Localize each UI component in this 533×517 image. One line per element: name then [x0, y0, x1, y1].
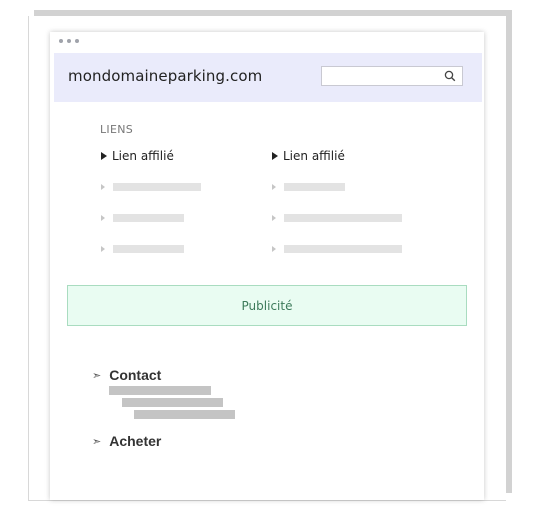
placeholder-link	[272, 179, 345, 194]
links-title: LIENS	[100, 123, 134, 136]
affiliate-link[interactable]: Lien affilié	[272, 149, 345, 163]
section-acheter-label: Acheter	[109, 433, 162, 449]
triangle-right-icon	[101, 214, 105, 221]
domain-name: mondomaineparking.com	[68, 67, 263, 85]
ad-label: Publicité	[241, 298, 293, 313]
placeholder-bar	[284, 213, 402, 222]
placeholder-link	[101, 179, 201, 194]
affiliate-link-label: Lien affilié	[112, 149, 174, 163]
chevron-right-icon: ➣	[92, 435, 102, 448]
placeholder-bar	[284, 182, 345, 191]
triangle-right-icon	[101, 152, 107, 160]
triangle-right-icon	[101, 183, 105, 190]
placeholder-bar	[284, 244, 402, 253]
search-icon[interactable]	[444, 70, 456, 82]
placeholder-link	[272, 241, 402, 256]
site-header: mondomaineparking.com	[54, 53, 482, 102]
placeholder-bar	[134, 410, 235, 419]
triangle-right-icon	[272, 152, 278, 160]
section-contact-label: Contact	[109, 367, 162, 383]
search-input[interactable]	[321, 66, 463, 86]
triangle-right-icon	[101, 245, 105, 252]
placeholder-link	[101, 241, 184, 256]
triangle-right-icon	[272, 245, 276, 252]
placeholder-bar	[122, 398, 223, 407]
placeholder-link	[272, 210, 402, 225]
chevron-right-icon: ➣	[92, 369, 102, 382]
window-controls	[59, 39, 79, 43]
section-acheter[interactable]: ➣ Acheter	[92, 433, 161, 449]
placeholder-bar	[113, 244, 184, 253]
window-dot	[67, 39, 71, 43]
placeholder-bar	[113, 213, 184, 222]
placeholder-link	[101, 210, 184, 225]
placeholder-bar	[109, 386, 211, 395]
affiliate-link-label: Lien affilié	[283, 149, 345, 163]
window-dot	[59, 39, 63, 43]
window-dot	[75, 39, 79, 43]
triangle-right-icon	[272, 183, 276, 190]
section-contact[interactable]: ➣ Contact	[92, 367, 161, 383]
placeholder-bar	[113, 182, 201, 191]
triangle-right-icon	[272, 214, 276, 221]
affiliate-link[interactable]: Lien affilié	[101, 149, 174, 163]
browser-window: mondomaineparking.com LIENS Lien affilié…	[50, 32, 484, 500]
ad-banner[interactable]: Publicité	[67, 285, 467, 326]
